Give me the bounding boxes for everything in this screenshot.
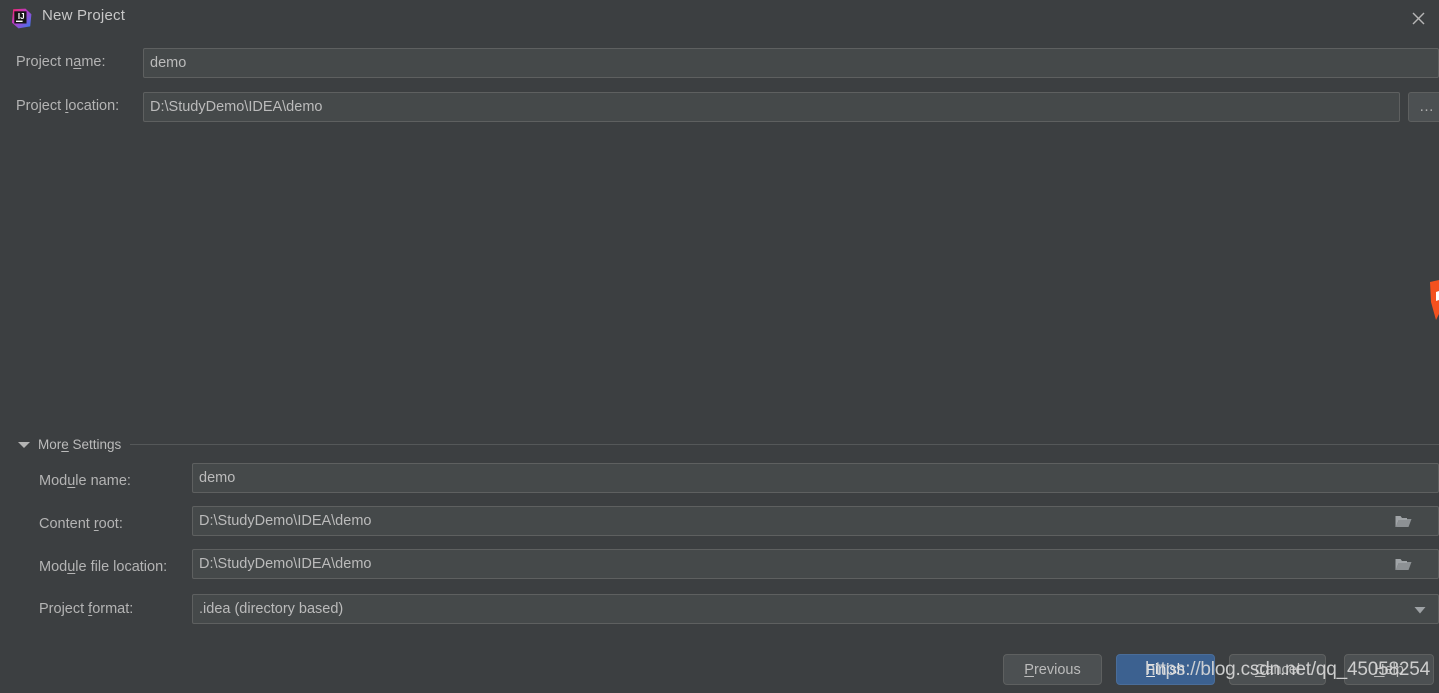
- folder-icon[interactable]: [1395, 514, 1412, 529]
- folder-icon[interactable]: [1395, 557, 1412, 572]
- module-name-label: Module name:: [39, 473, 131, 489]
- browse-location-button[interactable]: …: [1408, 92, 1439, 122]
- close-icon[interactable]: [1403, 4, 1433, 32]
- triangle-down-icon: [18, 441, 30, 448]
- chevron-down-icon[interactable]: [1411, 602, 1428, 617]
- edge-accent-sliver: [1427, 280, 1439, 322]
- help-button[interactable]: Help: [1344, 654, 1434, 685]
- previous-button[interactable]: Previous: [1003, 654, 1102, 685]
- content-root-label: Content root:: [39, 516, 123, 532]
- content-root-input[interactable]: D:\StudyDemo\IDEA\demo: [192, 506, 1439, 536]
- intellij-idea-icon: IJ: [11, 8, 32, 29]
- project-format-value: .idea (directory based): [199, 601, 344, 617]
- finish-button[interactable]: Finish: [1116, 654, 1215, 685]
- ellipsis-icon: …: [1419, 98, 1435, 115]
- module-file-location-label: Module file location:: [39, 559, 168, 575]
- module-file-location-input[interactable]: D:\StudyDemo\IDEA\demo: [192, 549, 1439, 579]
- more-settings-toggle[interactable]: More Settings: [0, 435, 1439, 454]
- more-settings-label: More Settings: [38, 437, 122, 452]
- project-location-input[interactable]: D:\StudyDemo\IDEA\demo: [143, 92, 1400, 122]
- more-settings-separator: [130, 444, 1439, 445]
- window-title: New Project: [42, 7, 126, 24]
- content-root-value: D:\StudyDemo\IDEA\demo: [199, 513, 372, 529]
- project-name-label: Project name:: [16, 54, 106, 70]
- project-name-input[interactable]: demo: [143, 48, 1439, 78]
- cancel-button[interactable]: Cancel: [1229, 654, 1326, 685]
- project-format-label: Project format:: [39, 601, 134, 617]
- project-format-select[interactable]: .idea (directory based): [192, 594, 1439, 624]
- project-location-label: Project location:: [16, 98, 120, 114]
- svg-text:IJ: IJ: [18, 12, 25, 21]
- module-file-location-value: D:\StudyDemo\IDEA\demo: [199, 556, 372, 572]
- window-title-bar: IJ New Project: [0, 0, 1439, 37]
- module-name-input[interactable]: demo: [192, 463, 1439, 493]
